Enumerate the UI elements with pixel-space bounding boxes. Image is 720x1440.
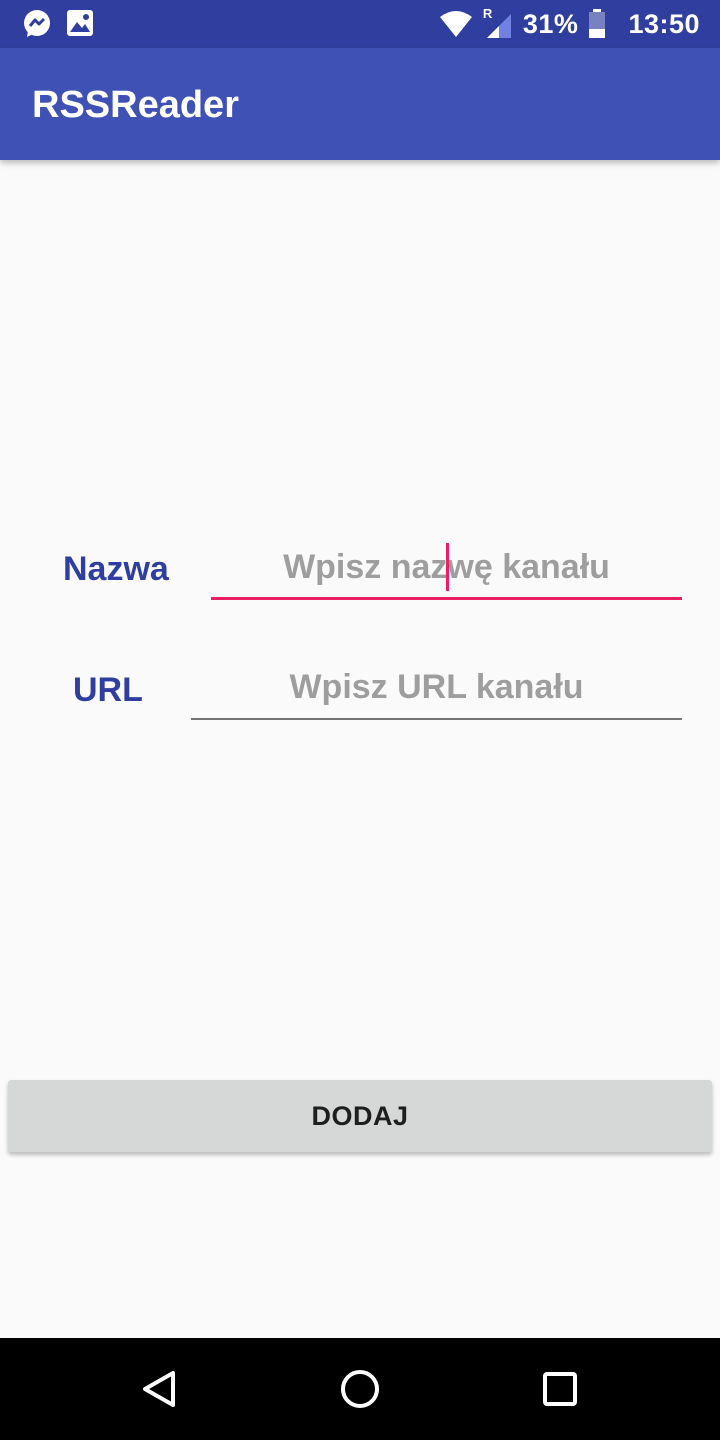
navigation-bar xyxy=(0,1338,720,1440)
battery-icon xyxy=(589,9,606,38)
add-button[interactable]: DODAJ xyxy=(8,1080,712,1152)
name-label: Nazwa xyxy=(63,550,169,588)
url-label: URL xyxy=(73,671,143,709)
wifi-icon xyxy=(439,11,472,37)
signal-icon: R xyxy=(483,6,513,40)
image-icon xyxy=(67,10,93,36)
status-bar: R 31% 13:50 xyxy=(0,0,720,48)
messenger-icon xyxy=(24,10,50,37)
system-icons: R 31% 13:50 xyxy=(439,0,700,48)
app-title: RSSReader xyxy=(32,84,239,126)
battery-percent: 31% xyxy=(522,8,579,39)
home-icon[interactable] xyxy=(333,1362,387,1416)
app-bar: RSSReader xyxy=(0,48,720,160)
notification-icons xyxy=(22,9,94,39)
recents-icon[interactable] xyxy=(533,1362,587,1416)
url-field[interactable] xyxy=(191,660,682,720)
text-cursor xyxy=(446,543,449,591)
name-input-underline xyxy=(211,597,682,600)
url-input-underline xyxy=(191,718,682,720)
url-input[interactable] xyxy=(191,660,682,714)
clock: 13:50 xyxy=(628,8,700,39)
back-icon[interactable] xyxy=(133,1362,187,1416)
name-field[interactable] xyxy=(211,540,682,600)
